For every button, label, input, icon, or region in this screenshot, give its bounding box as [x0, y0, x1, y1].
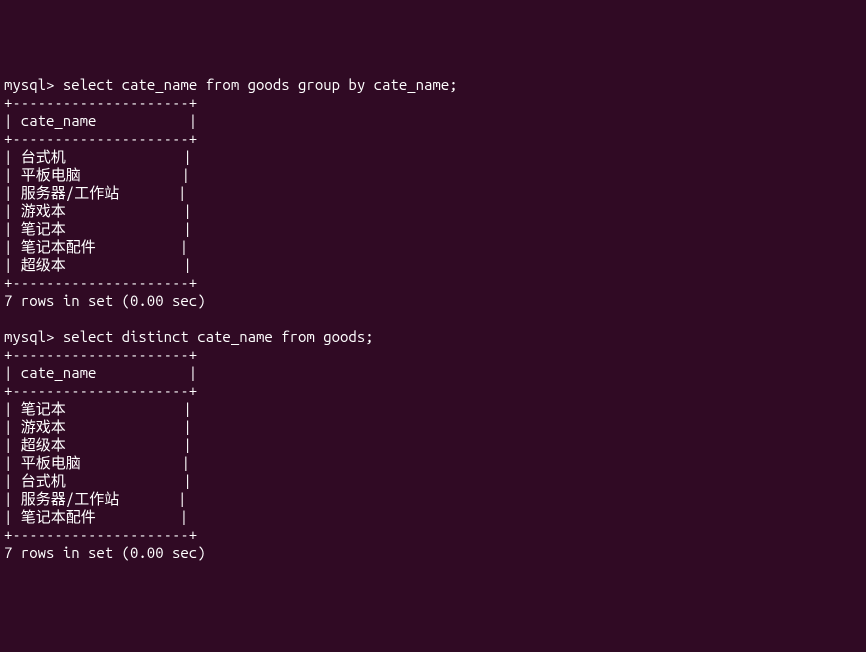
- table1-row: | 服务器/工作站 |: [4, 184, 186, 201]
- table1-header: | cate_name |: [4, 112, 197, 129]
- table2-row: | 台式机 |: [4, 472, 192, 489]
- table1-row: | 笔记本配件 |: [4, 238, 188, 255]
- table2-row: | 笔记本配件 |: [4, 508, 188, 525]
- table1-row: | 笔记本 |: [4, 220, 192, 237]
- table2-row: | 笔记本 |: [4, 400, 192, 417]
- query2-summary: 7 rows in set (0.00 sec): [4, 544, 206, 561]
- table2-row: | 服务器/工作站 |: [4, 490, 186, 507]
- sql-query-2: select distinct cate_name from goods;: [63, 328, 374, 345]
- table1-row: | 台式机 |: [4, 148, 192, 165]
- table2-row: | 超级本 |: [4, 436, 192, 453]
- table1-border-bottom: +---------------------+: [4, 274, 197, 291]
- table1-row: | 超级本 |: [4, 256, 192, 273]
- table2-row: | 游戏本 |: [4, 418, 192, 435]
- query1-summary: 7 rows in set (0.00 sec): [4, 292, 206, 309]
- table2-row: | 平板电脑 |: [4, 454, 190, 471]
- table1-border-top: +---------------------+: [4, 94, 197, 111]
- prompt-2: mysql>: [4, 328, 63, 345]
- prompt-1: mysql>: [4, 76, 63, 93]
- terminal-output[interactable]: mysql> select cate_name from goods group…: [4, 76, 862, 562]
- table2-border-top: +---------------------+: [4, 346, 197, 363]
- table2-border-bottom: +---------------------+: [4, 526, 197, 543]
- table1-row: | 游戏本 |: [4, 202, 192, 219]
- table2-border-mid: +---------------------+: [4, 382, 197, 399]
- table1-border-mid: +---------------------+: [4, 130, 197, 147]
- table1-row: | 平板电脑 |: [4, 166, 190, 183]
- sql-query-1: select cate_name from goods group by cat…: [63, 76, 458, 93]
- table2-header: | cate_name |: [4, 364, 197, 381]
